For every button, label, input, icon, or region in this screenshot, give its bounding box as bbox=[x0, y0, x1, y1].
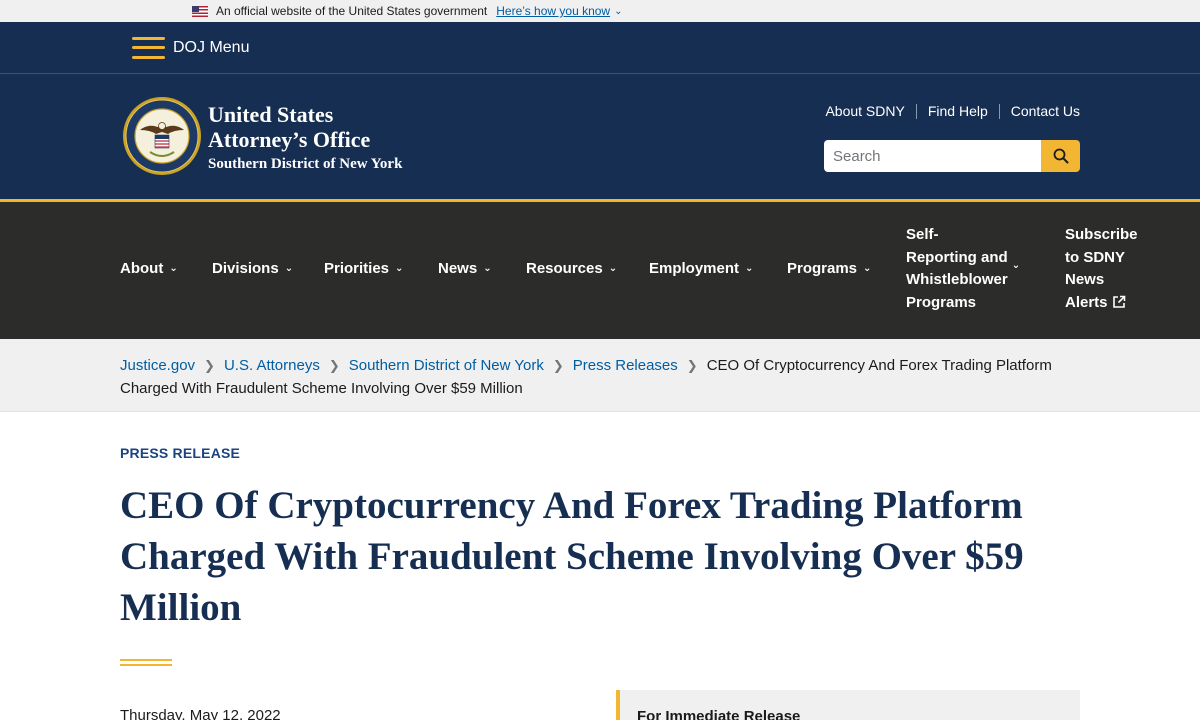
nav-item-about[interactable]: About ⌄ bbox=[120, 258, 178, 281]
heres-how-you-know-link[interactable]: Here’s how you know bbox=[496, 4, 610, 18]
office-name[interactable]: United States Attorney’s Office Southern… bbox=[208, 102, 402, 175]
office-name-line-1: United States bbox=[208, 102, 334, 127]
nav-item-resources[interactable]: Resources ⌄ bbox=[526, 258, 617, 281]
hamburger-icon bbox=[132, 36, 165, 59]
nav-item-priorities[interactable]: Priorities ⌄ bbox=[324, 258, 403, 281]
nav-label: Programs bbox=[787, 260, 858, 277]
search-button[interactable] bbox=[1041, 140, 1080, 172]
nav-item-news[interactable]: News ⌄ bbox=[438, 258, 492, 281]
chevron-down-icon: ⌄ bbox=[169, 263, 178, 274]
title-divider bbox=[120, 659, 172, 669]
doj-menu-button[interactable]: DOJ Menu bbox=[132, 36, 250, 59]
nav-label: Self- Reporting and Whistleblower Progra… bbox=[906, 226, 1008, 311]
gov-banner-text: An official website of the United States… bbox=[216, 4, 488, 18]
external-link-icon bbox=[1112, 295, 1125, 308]
nav-item-programs[interactable]: Programs ⌄ bbox=[787, 258, 871, 281]
immediate-release-label: For Immediate Release bbox=[637, 708, 801, 720]
nav-item-employment[interactable]: Employment ⌄ bbox=[649, 258, 753, 281]
about-sdny-link[interactable]: About SDNY bbox=[814, 104, 915, 119]
nav-label: Employment bbox=[649, 260, 740, 277]
nav-label: Resources bbox=[526, 260, 603, 277]
press-release-label: PRESS RELEASE bbox=[120, 445, 241, 461]
search-icon bbox=[1053, 148, 1068, 164]
release-info-box: For Immediate Release bbox=[616, 690, 1080, 720]
doj-menu-label: DOJ Menu bbox=[173, 38, 250, 56]
chevron-down-icon: ⌄ bbox=[745, 263, 754, 274]
chevron-down-icon: ⌄ bbox=[483, 263, 492, 274]
chevron-right-icon: ❯ bbox=[552, 358, 564, 373]
find-help-link[interactable]: Find Help bbox=[915, 104, 999, 119]
site-header: United States Attorney’s Office Southern… bbox=[0, 74, 1200, 199]
chevron-right-icon: ❯ bbox=[328, 358, 340, 373]
nav-item-divisions[interactable]: Divisions ⌄ bbox=[212, 258, 293, 281]
breadcrumb-justice-gov[interactable]: Justice.gov bbox=[120, 357, 195, 374]
chevron-right-icon: ❯ bbox=[204, 358, 215, 373]
nav-label: About bbox=[120, 260, 164, 277]
nav-item-subscribe[interactable]: Subscribe to SDNY News Alerts bbox=[1065, 224, 1138, 314]
nav-label: News bbox=[438, 260, 478, 277]
gov-banner: An official website of the United States… bbox=[0, 0, 1200, 22]
breadcrumb: Justice.gov ❯ U.S. Attorneys ❯ Southern Dist… bbox=[0, 339, 1200, 412]
contact-us-link[interactable]: Contact Us bbox=[998, 104, 1080, 119]
chevron-right-icon: ❯ bbox=[686, 358, 698, 373]
us-flag-icon bbox=[192, 5, 208, 17]
chevron-down-icon: ⌄ bbox=[863, 263, 872, 274]
doj-menu-bar: DOJ Menu bbox=[0, 22, 1200, 74]
nav-label: Priorities bbox=[324, 260, 390, 277]
page-title: CEO Of Cryptocurrency And Forex Trading … bbox=[120, 484, 1024, 629]
nav-label: Divisions bbox=[212, 260, 279, 277]
chevron-down-icon: ⌄ bbox=[608, 263, 618, 274]
search-input[interactable] bbox=[824, 140, 1041, 172]
breadcrumb-sdny[interactable]: Southern District of New York bbox=[349, 357, 544, 374]
office-name-line-2: Attorney’s Office bbox=[208, 127, 371, 152]
search-form bbox=[824, 140, 1080, 172]
breadcrumb-us-attorneys[interactable]: U.S. Attorneys bbox=[224, 357, 320, 374]
nav-label: Subscribe to SDNY News Alerts bbox=[1065, 226, 1138, 311]
office-district: Southern District of New York bbox=[208, 156, 403, 172]
release-date: Thursday, May 12, 2022 bbox=[120, 707, 281, 720]
doj-seal-icon[interactable] bbox=[122, 96, 202, 176]
chevron-down-icon: ⌄ bbox=[1011, 259, 1021, 271]
chevron-down-icon: ⌄ bbox=[395, 263, 404, 274]
chevron-down-icon: ⌄ bbox=[284, 263, 294, 274]
nav-item-self-reporting[interactable]: Self- Reporting and Whistleblower Progra… bbox=[906, 224, 1020, 314]
utility-nav: About SDNY Find Help Contact Us bbox=[814, 104, 1080, 119]
breadcrumb-press-releases[interactable]: Press Releases bbox=[573, 357, 678, 374]
main-nav: About ⌄ Divisions ⌄ Priorities ⌄ News ⌄ Reso… bbox=[0, 199, 1200, 339]
chevron-down-icon[interactable]: ⌄ bbox=[614, 6, 622, 17]
